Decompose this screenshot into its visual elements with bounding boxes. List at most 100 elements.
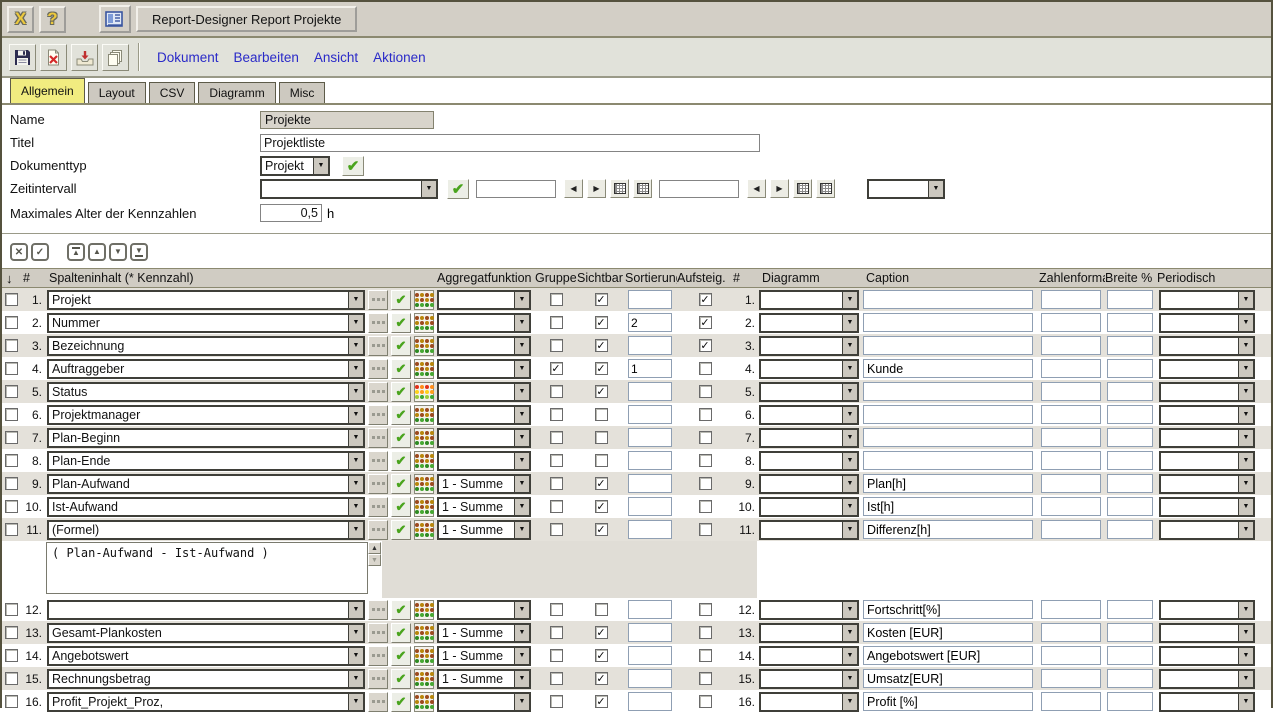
confirm-button[interactable]: ✔ (391, 600, 411, 620)
tab-allgemein[interactable]: Allgemein (10, 78, 85, 103)
aggregatfunktion-select[interactable]: ▼ (437, 359, 531, 379)
chevron-down-icon[interactable]: ▼ (514, 315, 529, 331)
aufsteigend-checkbox[interactable] (699, 649, 712, 662)
spalteninhalt-select[interactable]: Plan-Aufwand ▼ (47, 474, 365, 494)
gruppe-checkbox[interactable] (550, 603, 563, 616)
chevron-down-icon[interactable]: ▼ (348, 384, 363, 400)
gruppe-checkbox[interactable] (550, 523, 563, 536)
diagramm-select[interactable]: ▼ (759, 382, 859, 402)
zahlenformat-input[interactable] (1041, 520, 1101, 539)
confirm-button[interactable]: ✔ (391, 692, 411, 712)
spalteninhalt-select[interactable]: Profit_Projekt_Proz, ▼ (47, 692, 365, 712)
chevron-down-icon[interactable]: ▼ (1238, 338, 1253, 354)
options-button[interactable] (368, 520, 388, 540)
spalteninhalt-select[interactable]: Bezeichnung ▼ (47, 336, 365, 356)
row-select-checkbox[interactable] (5, 500, 18, 513)
calendar-button[interactable] (793, 179, 812, 198)
periodisch-select[interactable]: ▼ (1159, 359, 1255, 379)
aufsteigend-checkbox[interactable]: ✓ (699, 339, 712, 352)
aggregatfunktion-select[interactable]: 1 - Summe ▼ (437, 623, 531, 643)
chevron-down-icon[interactable]: ▼ (348, 338, 363, 354)
confirm-button[interactable]: ✔ (391, 646, 411, 666)
aufsteigend-checkbox[interactable] (699, 477, 712, 490)
zahlenformat-input[interactable] (1041, 623, 1101, 642)
color-palette-button[interactable] (414, 451, 434, 471)
zahlenformat-input[interactable] (1041, 692, 1101, 711)
diagramm-select[interactable]: ▼ (759, 451, 859, 471)
aggregatfunktion-select[interactable]: ▼ (437, 336, 531, 356)
spalteninhalt-select[interactable]: Plan-Ende ▼ (47, 451, 365, 471)
aufsteigend-checkbox[interactable] (699, 603, 712, 616)
chevron-down-icon[interactable]: ▼ (348, 292, 363, 308)
color-palette-button[interactable] (414, 290, 434, 310)
color-palette-button[interactable] (414, 474, 434, 494)
aggregatfunktion-select[interactable]: 1 - Summe ▼ (437, 497, 531, 517)
chevron-down-icon[interactable]: ▼ (1238, 694, 1253, 710)
aufsteigend-checkbox[interactable]: ✓ (699, 316, 712, 329)
chevron-down-icon[interactable]: ▼ (842, 476, 857, 492)
options-button[interactable] (368, 336, 388, 356)
periodisch-select[interactable]: ▼ (1159, 451, 1255, 471)
gruppe-checkbox[interactable]: ✓ (550, 362, 563, 375)
chevron-down-icon[interactable]: ▼ (514, 671, 529, 687)
diagramm-select[interactable]: ▼ (759, 336, 859, 356)
spalteninhalt-select[interactable]: Ist-Aufwand ▼ (47, 497, 365, 517)
chevron-down-icon[interactable]: ▼ (842, 430, 857, 446)
gruppe-checkbox[interactable] (550, 408, 563, 421)
row-select-checkbox[interactable] (5, 603, 18, 616)
periodisch-select[interactable]: ▼ (1159, 520, 1255, 540)
chevron-down-icon[interactable]: ▼ (348, 476, 363, 492)
sichtbar-checkbox[interactable]: ✓ (595, 649, 608, 662)
periodisch-select[interactable]: ▼ (1159, 382, 1255, 402)
color-palette-button[interactable] (414, 692, 434, 712)
aufsteigend-checkbox[interactable] (699, 626, 712, 639)
sortierung-input[interactable] (628, 669, 672, 688)
row-select-checkbox[interactable] (5, 454, 18, 467)
diagramm-select[interactable]: ▼ (759, 428, 859, 448)
zahlenformat-input[interactable] (1041, 451, 1101, 470)
select-all-button[interactable]: ✓ (31, 243, 49, 261)
caption-input[interactable] (863, 623, 1033, 642)
date-prev-button[interactable]: ◀ (564, 179, 583, 198)
color-palette-button[interactable] (414, 600, 434, 620)
chevron-down-icon[interactable]: ▼ (842, 671, 857, 687)
chevron-down-icon[interactable]: ▼ (842, 361, 857, 377)
sortierung-input[interactable] (628, 290, 672, 309)
chevron-down-icon[interactable]: ▼ (514, 602, 529, 618)
sortierung-input[interactable] (628, 336, 672, 355)
aggregatfunktion-select[interactable]: ▼ (437, 382, 531, 402)
sichtbar-checkbox[interactable]: ✓ (595, 523, 608, 536)
sichtbar-checkbox[interactable]: ✓ (595, 626, 608, 639)
chevron-down-icon[interactable]: ▼ (348, 648, 363, 664)
chevron-down-icon[interactable]: ▼ (348, 499, 363, 515)
aufsteigend-checkbox[interactable] (699, 408, 712, 421)
row-select-checkbox[interactable] (5, 523, 18, 536)
confirm-button[interactable]: ✔ (391, 336, 411, 356)
tab-csv[interactable]: CSV (149, 82, 196, 103)
options-button[interactable] (368, 692, 388, 712)
chevron-down-icon[interactable]: ▼ (842, 338, 857, 354)
diagramm-select[interactable]: ▼ (759, 359, 859, 379)
breite-input[interactable] (1107, 692, 1153, 711)
caption-input[interactable] (863, 646, 1033, 665)
move-up-button[interactable]: ▲ (88, 243, 106, 261)
chevron-down-icon[interactable]: ▼ (1238, 671, 1253, 687)
sichtbar-checkbox[interactable]: ✓ (595, 695, 608, 708)
gruppe-checkbox[interactable] (550, 649, 563, 662)
chevron-down-icon[interactable]: ▼ (842, 602, 857, 618)
chevron-down-icon[interactable]: ▼ (842, 453, 857, 469)
zahlenformat-input[interactable] (1041, 290, 1101, 309)
confirm-button[interactable]: ✔ (391, 497, 411, 517)
row-select-checkbox[interactable] (5, 362, 18, 375)
breite-input[interactable] (1107, 428, 1153, 447)
menu-ansicht[interactable]: Ansicht (314, 50, 358, 65)
chevron-down-icon[interactable]: ▼ (514, 648, 529, 664)
row-select-checkbox[interactable] (5, 695, 18, 708)
caption-input[interactable] (863, 336, 1033, 355)
sortierung-input[interactable] (628, 692, 672, 711)
chevron-down-icon[interactable]: ▼ (928, 181, 943, 197)
periodisch-select[interactable]: ▼ (1159, 405, 1255, 425)
chevron-down-icon[interactable]: ▼ (348, 671, 363, 687)
row-select-checkbox[interactable] (5, 477, 18, 490)
chevron-down-icon[interactable]: ▼ (1238, 430, 1253, 446)
